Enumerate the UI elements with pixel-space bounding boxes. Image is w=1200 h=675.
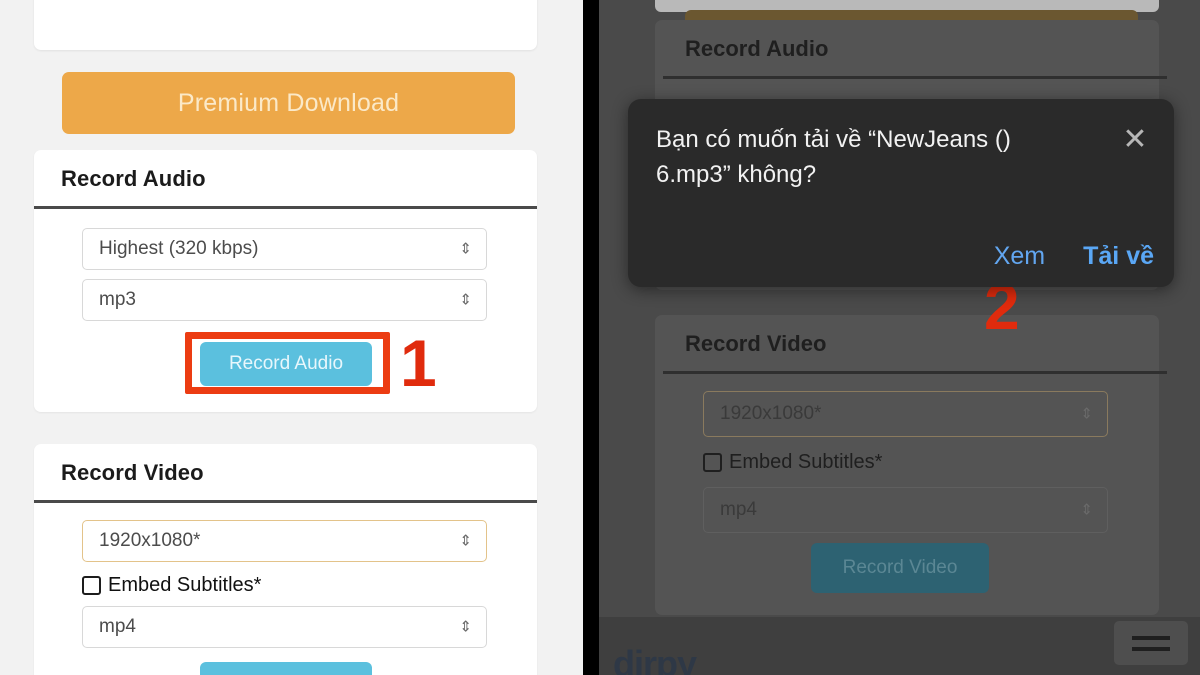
right-embed-subtitles-checkbox[interactable] bbox=[703, 453, 722, 472]
dialog-message: Bạn có muốn tải về “NewJeans () 6.mp3” k… bbox=[656, 126, 1011, 188]
record-audio-button[interactable]: Record Audio bbox=[200, 342, 372, 386]
right-embed-subtitles-label: Embed Subtitles* bbox=[729, 451, 883, 473]
right-video-resolution-value: 1920x1080* bbox=[720, 403, 822, 424]
menu-line bbox=[1132, 635, 1170, 640]
dirpy-logo: dirpy bbox=[613, 643, 697, 675]
chevron-updown-icon: ⇕ bbox=[459, 240, 472, 258]
left-phone-viewport: Premium Download Record Audio Highest (3… bbox=[34, 0, 537, 675]
dialog-actions: Xem Tải về bbox=[994, 242, 1154, 271]
download-confirm-dialog: Bạn có muốn tải về “NewJeans () 6.mp3” k… bbox=[628, 99, 1174, 287]
video-resolution-value: 1920x1080* bbox=[99, 530, 201, 551]
record-video-button[interactable]: Record Video bbox=[200, 662, 372, 675]
embed-subtitles-label: Embed Subtitles* bbox=[108, 574, 262, 596]
premium-download-button[interactable]: Premium Download bbox=[62, 72, 515, 134]
close-icon[interactable]: ✕ bbox=[1118, 125, 1152, 159]
panel-divider bbox=[583, 0, 599, 675]
right-record-video-button[interactable]: Record Video bbox=[811, 543, 989, 593]
embed-subtitles-checkbox-row[interactable]: Embed Subtitles* bbox=[82, 574, 261, 597]
video-format-select[interactable]: mp4 ⇕ bbox=[82, 606, 487, 648]
chevron-updown-icon: ⇕ bbox=[459, 291, 472, 309]
right-video-format-value: mp4 bbox=[720, 499, 757, 520]
section-divider bbox=[34, 500, 537, 503]
dialog-view-button[interactable]: Xem bbox=[994, 242, 1045, 271]
left-panel-bright: Premium Download Record Audio Highest (3… bbox=[0, 0, 583, 675]
record-audio-section-title: Record Audio bbox=[61, 166, 206, 191]
right-footer: dirpy bbox=[599, 617, 1200, 675]
screenshot-root: Premium Download Record Audio Highest (3… bbox=[0, 0, 1200, 675]
right-record-audio-section-title: Record Audio bbox=[685, 36, 829, 61]
record-video-card: Record Video 1920x1080* ⇕ Embed Subtitle… bbox=[34, 444, 537, 675]
chevron-updown-icon: ⇕ bbox=[459, 532, 472, 550]
audio-format-value: mp3 bbox=[99, 289, 136, 310]
record-video-section-title: Record Video bbox=[61, 460, 204, 485]
right-section-divider bbox=[663, 76, 1167, 79]
embed-subtitles-checkbox[interactable] bbox=[82, 576, 101, 595]
video-resolution-select[interactable]: 1920x1080* ⇕ bbox=[82, 520, 487, 562]
right-embed-subtitles-checkbox-row[interactable]: Embed Subtitles* bbox=[703, 451, 882, 474]
record-audio-card: Record Audio Highest (320 kbps) ⇕ mp3 ⇕ … bbox=[34, 150, 537, 412]
audio-quality-value: Highest (320 kbps) bbox=[99, 238, 259, 259]
audio-quality-select[interactable]: Highest (320 kbps) ⇕ bbox=[82, 228, 487, 270]
chevron-updown-icon: ⇕ bbox=[459, 618, 472, 636]
right-record-video-card: Record Video 1920x1080* ⇕ Embed Subtitle… bbox=[655, 315, 1167, 615]
right-record-video-section-title: Record Video bbox=[685, 331, 827, 356]
audio-format-select[interactable]: mp3 ⇕ bbox=[82, 279, 487, 321]
chevron-updown-icon: ⇕ bbox=[1080, 501, 1093, 519]
chevron-updown-icon: ⇕ bbox=[1080, 405, 1093, 423]
dialog-download-button[interactable]: Tải về bbox=[1083, 242, 1154, 271]
hamburger-menu-icon[interactable] bbox=[1114, 621, 1188, 665]
section-divider bbox=[34, 206, 537, 209]
video-format-value: mp4 bbox=[99, 616, 136, 637]
right-section-divider bbox=[663, 371, 1167, 374]
right-video-resolution-select[interactable]: 1920x1080* ⇕ bbox=[703, 391, 1108, 437]
right-panel-dimmed: Record Audio Record Video 1920x1080* ⇕ E… bbox=[599, 0, 1200, 675]
right-video-format-select[interactable]: mp4 ⇕ bbox=[703, 487, 1108, 533]
top-card-cutoff bbox=[34, 0, 537, 50]
menu-line bbox=[1132, 646, 1170, 651]
